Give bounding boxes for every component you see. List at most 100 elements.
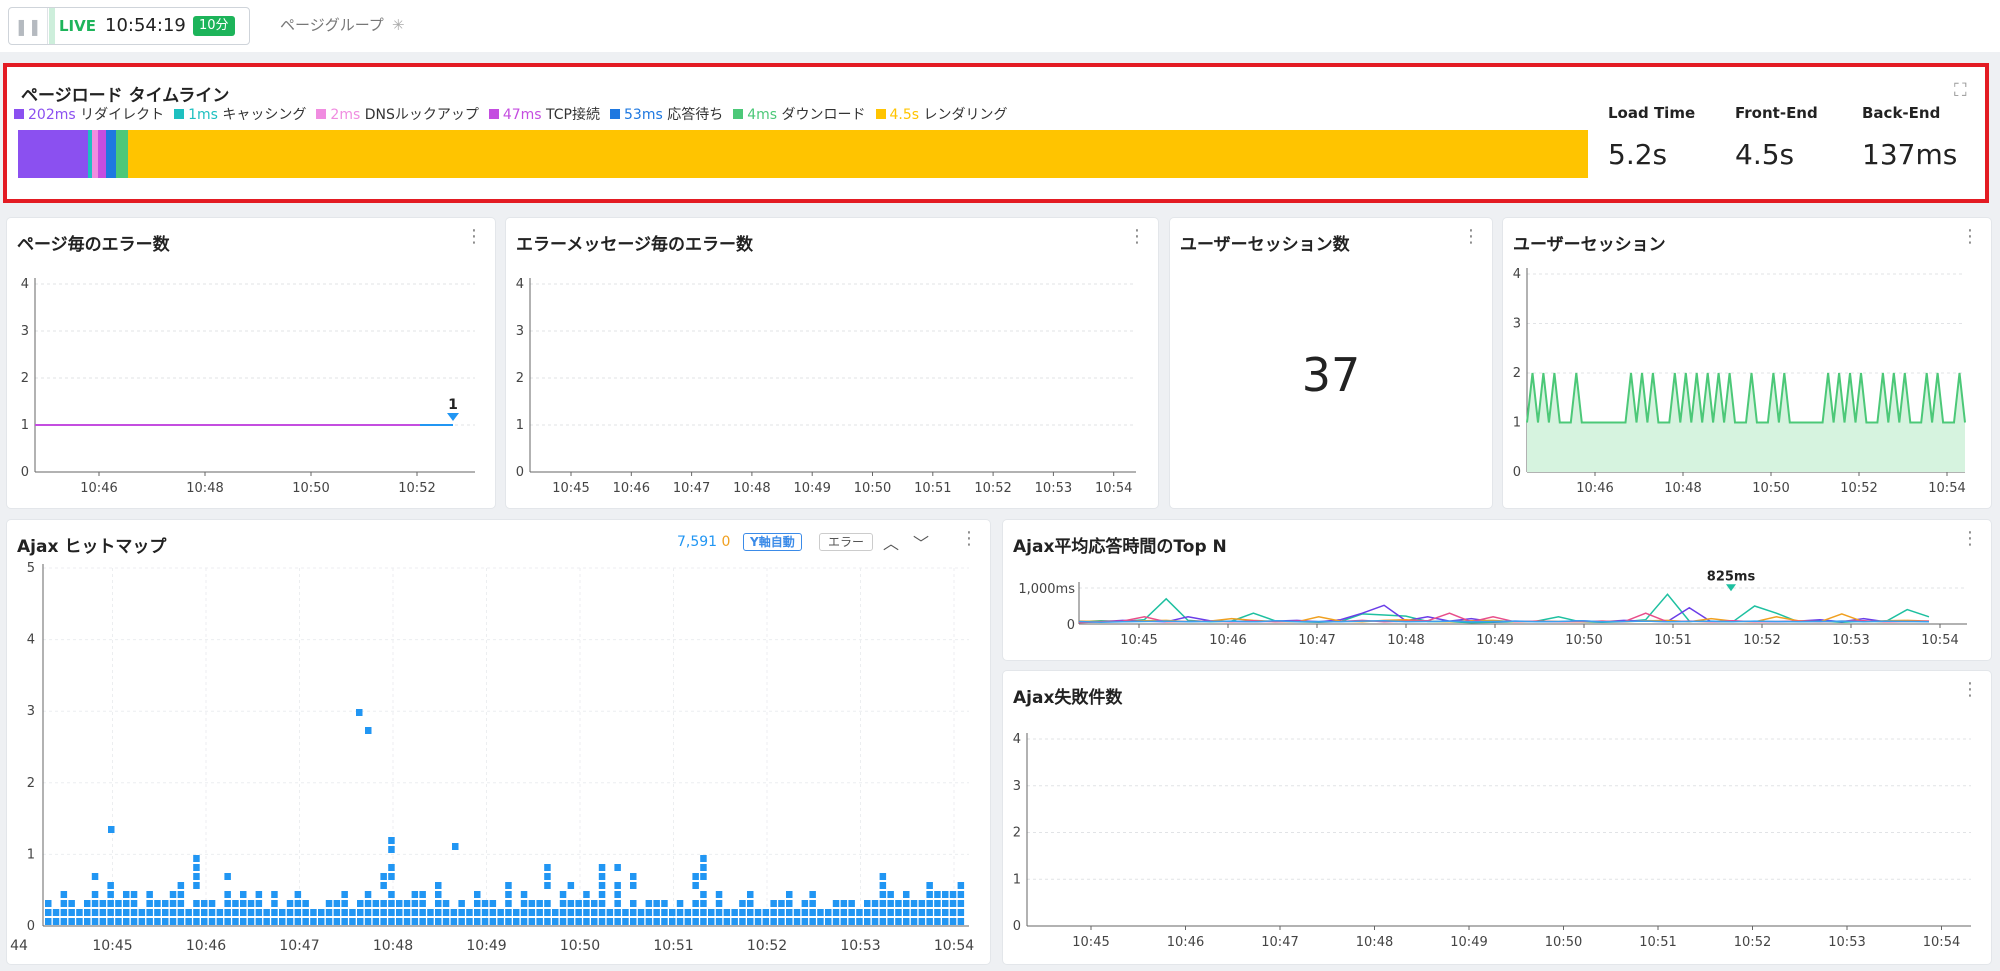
heatmap-cell: [263, 918, 270, 925]
heatmap-cell: [583, 891, 590, 898]
page-errors-panel: ページ毎のエラー数 ⋮ 0123410:4610:4810:5010:5210:…: [7, 218, 495, 508]
heatmap-cell: [341, 909, 348, 916]
expand-icon[interactable]: ⛶: [1954, 80, 1967, 101]
heatmap-cell: [154, 909, 161, 916]
heatmap-cell: [435, 891, 442, 898]
heatmap-cell: [154, 900, 161, 907]
heatmap-cell: [653, 909, 660, 916]
heatmap-cell: [926, 882, 933, 889]
heatmap-cell: [294, 900, 302, 907]
heatmap-cell: [505, 918, 512, 925]
interval-badge[interactable]: 10分: [193, 16, 235, 36]
heatmap-cell: [452, 843, 459, 850]
y-tick-label: 1: [1013, 872, 1021, 887]
heatmap-cell: [661, 918, 668, 925]
x-tick-label: 10:49: [466, 938, 506, 954]
y-tick-label: 3: [1513, 317, 1521, 332]
heatmap-cell: [193, 864, 200, 871]
heatmap-cell: [279, 918, 286, 925]
pause-button[interactable]: ❚❚: [9, 8, 48, 44]
heatmap-cell: [637, 918, 645, 925]
heatmap-cell: [435, 882, 442, 889]
heatmap-cell: [388, 918, 395, 925]
kebab-menu-icon[interactable]: ⋮: [1462, 228, 1480, 246]
heatmap-cell: [583, 918, 590, 925]
heatmap-cell: [949, 900, 957, 907]
heatmap-cell: [559, 918, 567, 925]
heatmap-cell: [786, 918, 793, 925]
heatmap-cell: [458, 909, 465, 916]
x-tick-label: 10:51: [1654, 633, 1691, 648]
metric-value: 5.2s: [1608, 138, 1668, 171]
heatmap-cell: [130, 918, 138, 925]
timeline-segment: [128, 130, 1588, 178]
heatmap-cell: [684, 909, 692, 916]
x-tick-label: 10:51: [914, 481, 951, 496]
heatmap-cell: [177, 882, 185, 889]
heatmap-cell: [949, 918, 957, 925]
heatmap-cell: [411, 900, 419, 907]
legend-label: ダウンロード: [781, 107, 866, 123]
heatmap-cell: [247, 909, 255, 916]
heatmap-cell: [232, 900, 239, 907]
heatmap-cell: [778, 909, 785, 916]
heatmap-cell: [193, 855, 200, 862]
heatmap-cell: [528, 909, 536, 916]
legend-item: 2ms DNSルックアップ: [316, 104, 479, 124]
y-tick-label: 4: [1513, 267, 1521, 282]
heatmap-cell: [396, 909, 403, 916]
heatmap-cell: [770, 900, 777, 907]
heatmap-cell: [240, 918, 247, 925]
page-group-selector[interactable]: ページグループ ✳: [280, 14, 404, 35]
heatmap-cell: [879, 900, 887, 907]
x-tick-label: 10:51: [653, 938, 693, 954]
heatmap-cell: [575, 918, 582, 925]
heatmap-cell: [146, 891, 153, 898]
x-tick-label: 10:46: [1576, 481, 1613, 496]
heatmap-cell: [271, 900, 278, 907]
heatmap-cell: [669, 918, 676, 925]
heatmap-cell: [544, 864, 551, 871]
heatmap-cell: [793, 909, 801, 916]
heatmap-cell: [240, 891, 247, 898]
heatmap-cell: [450, 909, 458, 916]
heatmap-cell: [762, 909, 770, 916]
ajax-heatmap-chart: 0 1 2 3 4 5 44 10:45 10:46 10:47 10:48 10:49 10:50 10…: [10, 561, 974, 954]
heatmap-cell: [575, 900, 582, 907]
metric-label: Front-End: [1735, 104, 1818, 122]
heatmap-cell: [169, 918, 177, 925]
heatmap-cell: [895, 900, 902, 907]
heatmap-cell: [645, 918, 653, 925]
heatmap-cell: [60, 900, 68, 907]
heatmap-cell: [903, 900, 910, 907]
heatmap-cell: [513, 909, 520, 916]
heatmap-cell: [108, 826, 115, 833]
heatmap-cell: [45, 909, 52, 916]
heatmap-cell: [419, 909, 426, 916]
heatmap-cell: [481, 909, 489, 916]
heatmap-cell: [224, 891, 231, 898]
heatmap-cell: [91, 891, 99, 898]
x-tick-label: 10:52: [1734, 935, 1771, 950]
heatmap-cell: [739, 900, 746, 907]
heatmap-cell: [887, 909, 894, 916]
heatmap-cell: [934, 900, 941, 907]
y-tick-label: 0: [1513, 465, 1521, 480]
heatmap-cell: [364, 918, 372, 925]
heatmap-cell: [747, 918, 754, 925]
heatmap-cell: [396, 918, 403, 925]
heatmap-cell: [747, 900, 754, 907]
heatmap-cell: [692, 873, 699, 880]
x-tick-label: 10:49: [1476, 633, 1513, 648]
heatmap-cell: [536, 900, 543, 907]
heatmap-cell: [598, 909, 606, 916]
heatmap-cell: [676, 900, 684, 907]
heatmap-cell: [91, 918, 99, 925]
heatmap-cell: [528, 900, 536, 907]
heatmap-cell: [442, 918, 450, 925]
heatmap-cell: [60, 891, 68, 898]
x-tick-label: 10:48: [733, 481, 770, 496]
heatmap-cell: [934, 891, 941, 898]
heatmap-cell: [864, 918, 871, 925]
heatmap-cell: [583, 900, 590, 907]
